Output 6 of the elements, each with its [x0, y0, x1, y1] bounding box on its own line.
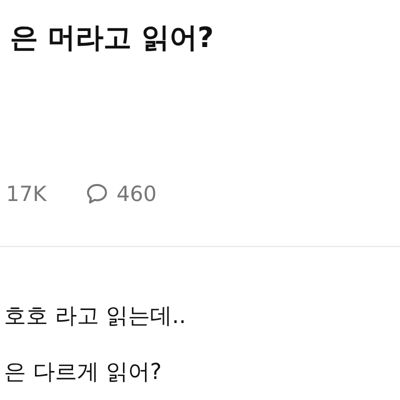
view-count: 17K — [6, 182, 46, 206]
speech-bubble-icon — [84, 182, 108, 206]
body-text-line: 호호 라고 읽는데.. — [4, 304, 187, 330]
comment-count: 460 — [116, 182, 157, 206]
post-title: 은 머라고 읽어? — [10, 20, 215, 56]
body-text-line: 은 다르게 읽어? — [4, 360, 163, 386]
